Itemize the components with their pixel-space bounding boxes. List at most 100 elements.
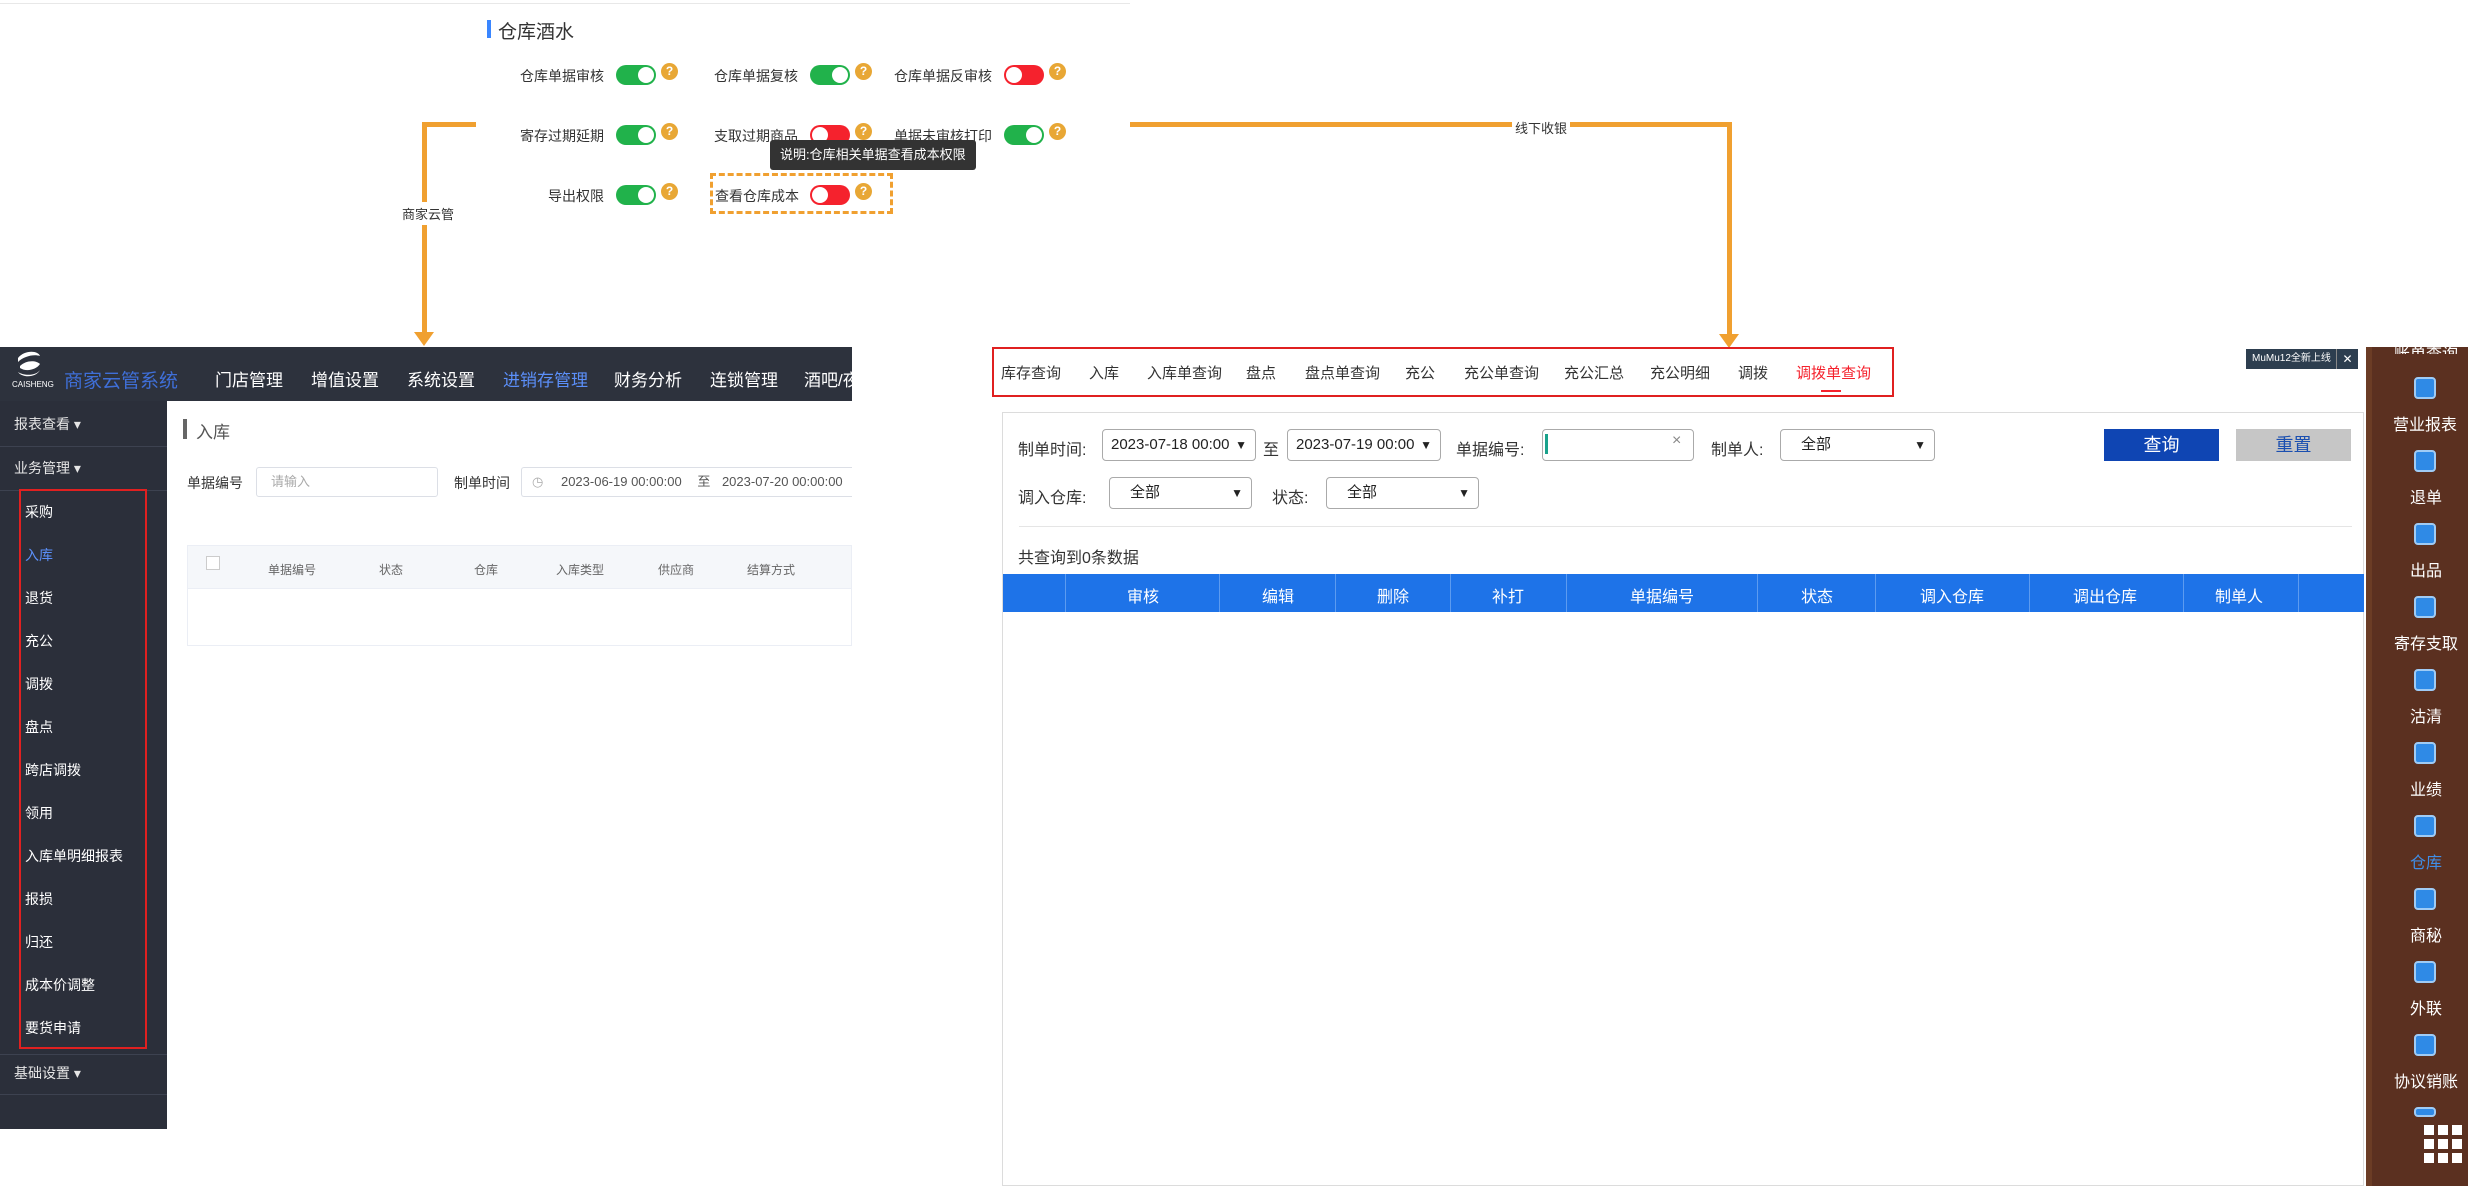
dock-item-active[interactable]: 仓库: [2410, 849, 2442, 873]
setting-label: 仓库单据审核: [520, 68, 604, 84]
secretary-icon: [2414, 888, 2436, 910]
in-warehouse-select[interactable]: 全部 ▼: [1109, 477, 1252, 509]
end-date-select[interactable]: 2023-07-19 00:00 ▼: [1287, 429, 1441, 461]
tab[interactable]: 盘点单查询: [1305, 362, 1380, 383]
setting-toggle[interactable]: [1004, 125, 1044, 145]
nav-item[interactable]: 增值设置: [311, 366, 379, 391]
app-name: 商家云管系统: [64, 371, 179, 392]
caret-down-icon: ▼: [1231, 486, 1243, 500]
column-header: 单据编号: [1630, 589, 1695, 606]
setting-label: 导出权限: [548, 188, 604, 204]
connector-line: [422, 122, 427, 332]
setting-label: 仓库单据反审核: [894, 68, 992, 84]
caret-down-icon: ▼: [1420, 438, 1432, 452]
more-icon: [2414, 1107, 2436, 1117]
dock-item[interactable]: 沽清: [2410, 703, 2442, 727]
doc-code-input[interactable]: 请输入: [256, 467, 438, 497]
column-divider: [2298, 574, 2299, 612]
dock-item-label[interactable]: 账单查询: [2394, 334, 2458, 354]
page-title: 入库: [196, 423, 230, 442]
help-icon[interactable]: ?: [1049, 123, 1066, 140]
setting-toggle[interactable]: [616, 65, 656, 85]
sidebar-group[interactable]: 业务管理 ▾: [14, 458, 81, 478]
help-icon[interactable]: ?: [661, 123, 678, 140]
help-icon[interactable]: ?: [855, 123, 872, 140]
highlight-box: [710, 173, 893, 214]
column-header: 入库类型: [556, 563, 605, 577]
help-icon[interactable]: ?: [855, 63, 872, 80]
setting-toggle[interactable]: [810, 65, 850, 85]
top-divider: [0, 3, 1130, 4]
column-header: 供应商: [658, 563, 695, 577]
tab[interactable]: 入库: [1089, 362, 1119, 383]
setting-toggle[interactable]: [1004, 65, 1044, 85]
divider: [1019, 526, 2352, 527]
tab[interactable]: 充公: [1405, 362, 1435, 383]
section-title: 仓库酒水: [498, 22, 575, 43]
tab[interactable]: 入库单查询: [1147, 362, 1222, 383]
make-time-label: 制单时间: [454, 475, 510, 491]
dock-item[interactable]: 退单: [2410, 484, 2442, 508]
table-body: [187, 588, 852, 646]
date-range-input[interactable]: ◷ 2023-06-19 00:00:00 至 2023-07-20 00:00…: [521, 467, 852, 497]
tab[interactable]: 盘点: [1246, 362, 1276, 383]
tab[interactable]: 充公明细: [1650, 362, 1710, 383]
query-button[interactable]: 查询: [2104, 429, 2219, 461]
refund-icon: [2414, 450, 2436, 472]
help-icon[interactable]: ?: [661, 63, 678, 80]
caret-down-icon: ▼: [1458, 486, 1470, 500]
column-divider: [1450, 574, 1451, 612]
tab[interactable]: 充公单查询: [1464, 362, 1539, 383]
nav-item[interactable]: 连锁管理: [710, 366, 778, 391]
dock-item[interactable]: 协议销账: [2394, 1068, 2458, 1092]
maker-select[interactable]: 全部 ▼: [1780, 429, 1935, 461]
caret-down-icon: ▼: [1235, 438, 1247, 452]
setting-label: 仓库单据复核: [714, 68, 798, 84]
column-header: 编辑: [1262, 589, 1295, 606]
dock-item[interactable]: 外联: [2410, 995, 2442, 1019]
start-date-select[interactable]: 2023-07-18 00:00 ▼: [1102, 429, 1256, 461]
agreement-icon: [2414, 1034, 2436, 1056]
nav-item[interactable]: 酒吧/夜: [804, 366, 852, 391]
column-divider: [1566, 574, 1567, 612]
highlight-box: [19, 489, 147, 1049]
setting-toggle[interactable]: [616, 125, 656, 145]
date-separator: 至: [1263, 442, 1280, 459]
help-icon[interactable]: ?: [661, 183, 678, 200]
setting-toggle[interactable]: [616, 185, 656, 205]
setting-label: 寄存过期延期: [520, 128, 604, 144]
dock-item[interactable]: 营业报表: [2393, 411, 2457, 435]
dock-item[interactable]: 出品: [2410, 557, 2442, 581]
column-header: 仓库: [474, 563, 499, 577]
apps-grid-icon[interactable]: [2424, 1125, 2462, 1163]
connector-line: [422, 122, 476, 127]
dock-item[interactable]: 商秘: [2410, 922, 2442, 946]
nav-item[interactable]: 财务分析: [614, 366, 682, 391]
close-icon[interactable]: ✕: [2336, 349, 2358, 369]
clock-icon: ◷: [532, 474, 544, 489]
tab[interactable]: 库存查询: [1001, 362, 1061, 383]
section-marker: [487, 20, 491, 38]
nav-item[interactable]: 系统设置: [407, 366, 475, 391]
sidebar-group[interactable]: 报表查看 ▾: [14, 414, 81, 434]
select-all-checkbox[interactable]: [206, 556, 220, 570]
side-dock-panel: [2372, 347, 2468, 1186]
dock-item[interactable]: 业绩: [2410, 776, 2442, 800]
contact-icon: [2414, 961, 2436, 983]
tab[interactable]: 调拨: [1738, 362, 1768, 383]
status-select[interactable]: 全部 ▼: [1326, 477, 1479, 509]
reset-button[interactable]: 重置: [2236, 429, 2351, 461]
sidebar-group[interactable]: 基础设置 ▾: [14, 1063, 81, 1083]
clear-icon[interactable]: ×: [1672, 432, 1681, 450]
tab-active[interactable]: 调拨单查询: [1796, 362, 1871, 383]
arrow-down-icon: [414, 332, 434, 346]
nav-item[interactable]: 门店管理: [215, 366, 283, 391]
dock-item[interactable]: 寄存支取: [2394, 630, 2458, 654]
flow-label-left: 商家云管: [399, 202, 458, 225]
cost-permission-tooltip: 说明:仓库相关单据查看成本权限: [770, 140, 976, 170]
tab[interactable]: 充公汇总: [1564, 362, 1624, 383]
nav-item-active[interactable]: 进销存管理: [503, 366, 588, 391]
performance-icon: [2414, 742, 2436, 764]
help-icon[interactable]: ?: [1049, 63, 1066, 80]
connector-line: [1130, 122, 1732, 127]
